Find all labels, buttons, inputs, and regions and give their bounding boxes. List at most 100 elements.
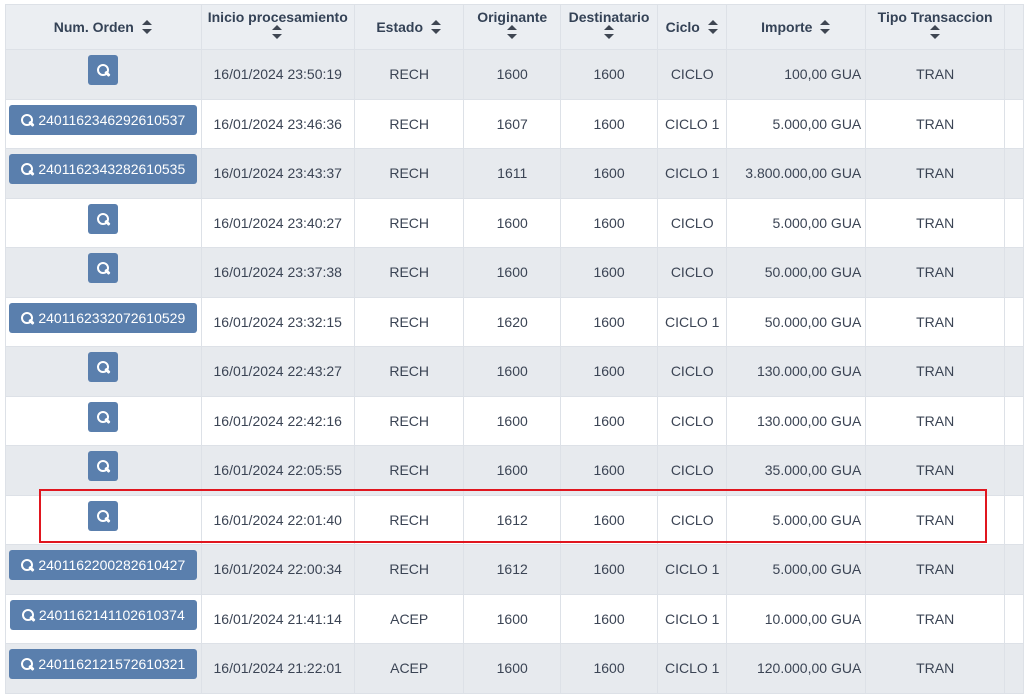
cell-cycle: CICLO — [657, 247, 728, 298]
search-icon — [21, 608, 35, 622]
sort-icon[interactable] — [603, 25, 615, 39]
cell-start: 16/01/2024 23:40:27 — [200, 197, 355, 248]
cell-start: 16/01/2024 22:01:40 — [200, 494, 355, 545]
col-header-label: Num. Orden — [53, 19, 134, 35]
cell-type: TRAN — [865, 148, 1005, 199]
view-order-button[interactable]: 2401162121572610321 — [9, 649, 198, 679]
col-header-originator[interactable]: Originante — [463, 4, 561, 50]
cell-type: TRAN — [865, 197, 1005, 248]
cell-cycle: CICLO — [657, 494, 728, 545]
view-order-button[interactable]: 2401162332072610529 — [9, 302, 198, 333]
col-header-status[interactable]: Estado — [353, 4, 465, 50]
cell-start: 16/01/2024 22:43:27 — [200, 346, 355, 397]
cell-recipient: 1600 — [559, 544, 659, 595]
cell-originator: 1620 — [463, 296, 561, 347]
cell-order: 2401162332072610529 — [5, 296, 202, 347]
cell-start: 16/01/2024 22:42:16 — [200, 395, 355, 446]
cell-type: TRAN — [865, 494, 1005, 545]
order-number: 2401162141102610374 — [38, 606, 185, 623]
view-order-button[interactable]: 2401162346292610537 — [9, 104, 198, 135]
sort-icon[interactable] — [431, 20, 442, 34]
view-order-button[interactable] — [88, 401, 119, 432]
view-order-button[interactable] — [88, 451, 119, 481]
order-number: 2401162332072610529 — [38, 309, 186, 326]
view-order-button[interactable]: 2401162343282610535 — [9, 154, 198, 184]
cell-extra — [1003, 395, 1024, 446]
cell-order — [5, 346, 202, 397]
cell-order — [5, 49, 202, 100]
cell-order — [5, 494, 202, 545]
col-header-label: Estado — [376, 19, 424, 35]
col-header-label: Destinatario — [568, 9, 650, 25]
view-order-button[interactable] — [88, 352, 119, 382]
col-header-recipient[interactable]: Destinatario — [559, 4, 659, 50]
transactions-table: Num. Orden Inicio procesamiento Estado O… — [5, 4, 1024, 694]
col-header-cycle[interactable]: Ciclo — [657, 4, 728, 50]
cell-cycle: CICLO — [657, 49, 728, 100]
cell-cycle: CICLO — [657, 197, 728, 248]
sort-icon[interactable] — [272, 25, 283, 39]
sort-icon[interactable] — [820, 20, 831, 34]
search-icon — [20, 113, 34, 127]
col-header-label: Originante — [477, 9, 548, 25]
cell-amount: 3.800.000,00 GUA — [726, 148, 867, 199]
cell-type: TRAN — [865, 247, 1005, 298]
table-row: 16/01/2024 22:42:16 RECH 1600 1600 CICLO 130.… — [5, 395, 1024, 446]
col-header-label: Tipo Transaccion — [877, 9, 993, 25]
cell-order: 2401162343282610535 — [5, 148, 202, 199]
view-order-button[interactable]: 2401162200282610427 — [9, 550, 198, 580]
cell-originator: 1612 — [463, 494, 561, 545]
view-order-button[interactable] — [88, 253, 119, 283]
col-header-amount[interactable]: Importe — [726, 4, 867, 50]
sort-icon[interactable] — [141, 20, 153, 34]
cell-recipient: 1600 — [559, 593, 659, 644]
cell-cycle: CICLO 1 — [657, 544, 728, 595]
cell-extra — [1003, 296, 1024, 347]
cell-status: RECH — [353, 197, 465, 248]
cell-amount: 100,00 GUA — [726, 49, 867, 100]
order-number: 2401162200282610427 — [38, 557, 186, 573]
cell-originator: 1600 — [463, 247, 561, 298]
cell-order — [5, 197, 202, 248]
table-row: 16/01/2024 23:50:19 RECH 1600 1600 CICLO 100,… — [5, 49, 1024, 100]
cell-start: 16/01/2024 22:05:55 — [200, 445, 355, 496]
cell-start: 16/01/2024 23:50:19 — [200, 49, 355, 100]
table-row: 16/01/2024 22:01:40 RECH 1612 1600 CICLO 5.00… — [5, 494, 1024, 545]
view-order-button[interactable] — [88, 55, 119, 85]
col-header-label: Importe — [761, 19, 813, 35]
cell-extra — [1003, 197, 1024, 248]
view-order-button[interactable] — [88, 203, 119, 234]
search-icon — [20, 558, 34, 572]
table-row: 2401162332072610529 16/01/2024 23:32:15 RE… — [5, 296, 1024, 347]
cell-cycle: CICLO — [657, 445, 728, 496]
table-header-row: Num. Orden Inicio procesamiento Estado O… — [5, 4, 1024, 50]
cell-type: TRAN — [865, 346, 1005, 397]
sort-icon[interactable] — [707, 20, 719, 34]
sort-icon[interactable] — [506, 25, 518, 39]
view-order-button[interactable] — [88, 500, 119, 531]
col-header-order[interactable]: Num. Orden — [5, 4, 202, 50]
cell-order — [5, 395, 202, 446]
cell-recipient: 1600 — [559, 98, 659, 149]
view-order-button[interactable]: 2401162141102610374 — [9, 599, 197, 630]
search-icon — [96, 212, 110, 226]
cell-start: 16/01/2024 22:00:34 — [200, 544, 355, 595]
cell-extra — [1003, 247, 1024, 298]
sort-icon[interactable] — [929, 25, 941, 39]
cell-originator: 1600 — [463, 346, 561, 397]
search-icon — [20, 162, 34, 176]
cell-type: TRAN — [865, 544, 1005, 595]
cell-start: 16/01/2024 23:43:37 — [200, 148, 355, 199]
order-number: 2401162121572610321 — [38, 656, 186, 672]
search-icon — [20, 657, 34, 671]
cell-type: TRAN — [865, 593, 1005, 644]
col-header-start[interactable]: Inicio procesamiento — [200, 4, 355, 50]
search-icon — [20, 311, 34, 325]
col-header-type[interactable]: Tipo Transaccion — [865, 4, 1005, 50]
search-icon — [96, 459, 110, 473]
cell-amount: 130.000,00 GUA — [726, 346, 867, 397]
table-body: 16/01/2024 23:50:19 RECH 1600 1600 CICLO 100,… — [5, 49, 1024, 694]
order-number: 2401162343282610535 — [38, 161, 186, 177]
table-row: 16/01/2024 23:37:38 RECH 1600 1600 CICLO 50.0… — [5, 247, 1024, 298]
cell-status: RECH — [353, 296, 465, 347]
